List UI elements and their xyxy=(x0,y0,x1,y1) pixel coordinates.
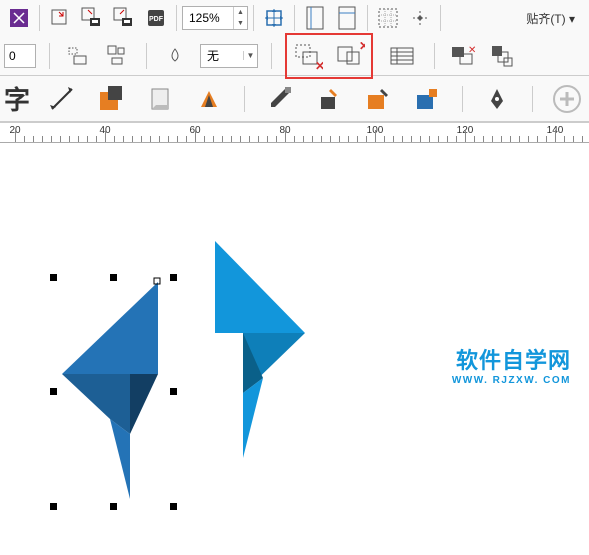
outline-dropdown[interactable]: ▼ xyxy=(243,51,257,60)
divider xyxy=(146,43,147,69)
text-tool-icon[interactable]: 字 xyxy=(4,80,30,117)
zoom-value: 125% xyxy=(183,11,233,25)
divider xyxy=(294,5,295,31)
selected-shape-left[interactable] xyxy=(50,274,180,509)
pen-drop-icon[interactable] xyxy=(160,41,190,71)
svg-text:✕: ✕ xyxy=(468,45,476,56)
divider xyxy=(532,86,533,112)
group-horiz-icon[interactable]: ✕ xyxy=(448,41,478,71)
pen-tool-icon[interactable] xyxy=(480,80,515,118)
coord-value: 0 xyxy=(9,49,16,63)
guide-h-icon[interactable] xyxy=(332,3,362,33)
fill-blue-icon[interactable] xyxy=(409,80,444,118)
watermark-main: 软件自学网 xyxy=(452,343,571,375)
export-save-icon[interactable] xyxy=(77,3,107,33)
snap-menu[interactable]: 贴齐(T) ▾ xyxy=(526,10,575,27)
svg-text:✕: ✕ xyxy=(315,59,323,70)
zoom-combo[interactable]: 125% ▲▼ xyxy=(182,6,248,30)
divider xyxy=(244,86,245,112)
watermark: 软件自学网 WWW. RJZXW. COM xyxy=(452,343,571,386)
divider xyxy=(462,86,463,112)
snap-point-icon[interactable] xyxy=(405,3,435,33)
canvas-area[interactable]: ✕ 软件自学网 WWW. RJZXW. COM xyxy=(0,143,589,553)
shape-page-icon[interactable] xyxy=(142,80,177,118)
zoom-steppers[interactable]: ▲▼ xyxy=(233,7,247,29)
gallery-icon[interactable] xyxy=(383,37,421,75)
fill-square-icon[interactable] xyxy=(311,80,346,118)
align-icon[interactable] xyxy=(63,41,93,71)
fill-orange-icon[interactable] xyxy=(360,80,395,118)
pdf-icon[interactable]: PDF xyxy=(141,3,171,33)
outline-width-combo[interactable]: 无 ▼ xyxy=(200,44,258,68)
pan-icon[interactable] xyxy=(259,3,289,33)
warp-icon[interactable] xyxy=(192,80,227,118)
horizontal-ruler: // ticks added by binder below 204060801… xyxy=(0,123,589,143)
export-save2-icon[interactable] xyxy=(109,3,139,33)
outline-value: 无 xyxy=(201,47,243,64)
svg-text:✕: ✕ xyxy=(359,42,365,53)
distribute-icon[interactable] xyxy=(103,41,133,71)
highlighted-tools-group: ✕ ✕ xyxy=(285,33,373,79)
guide-v-icon[interactable] xyxy=(300,3,330,33)
divider xyxy=(440,5,441,31)
divider xyxy=(49,43,50,69)
divider xyxy=(253,5,254,31)
grid-icon[interactable] xyxy=(373,3,403,33)
divider xyxy=(176,5,177,31)
group-vert-icon[interactable] xyxy=(488,41,518,71)
purple-app-icon[interactable] xyxy=(4,3,34,33)
coord-input[interactable]: 0 xyxy=(4,44,36,68)
divider xyxy=(271,43,272,69)
divider xyxy=(367,5,368,31)
svg-text:PDF: PDF xyxy=(149,16,164,23)
export-icon[interactable] xyxy=(45,3,75,33)
shape-square-icon[interactable] xyxy=(93,80,128,118)
divider xyxy=(39,5,40,31)
shape-right[interactable] xyxy=(195,233,325,468)
plus-icon[interactable] xyxy=(550,80,585,118)
divider xyxy=(434,43,435,69)
eyedropper-icon[interactable] xyxy=(262,80,297,118)
line-arrows-icon[interactable] xyxy=(44,80,79,118)
simplify-wireframe-button[interactable]: ✕ xyxy=(289,37,327,75)
watermark-sub: WWW. RJZXW. COM xyxy=(452,375,571,386)
remove-selection-button[interactable]: ✕ xyxy=(331,37,369,75)
